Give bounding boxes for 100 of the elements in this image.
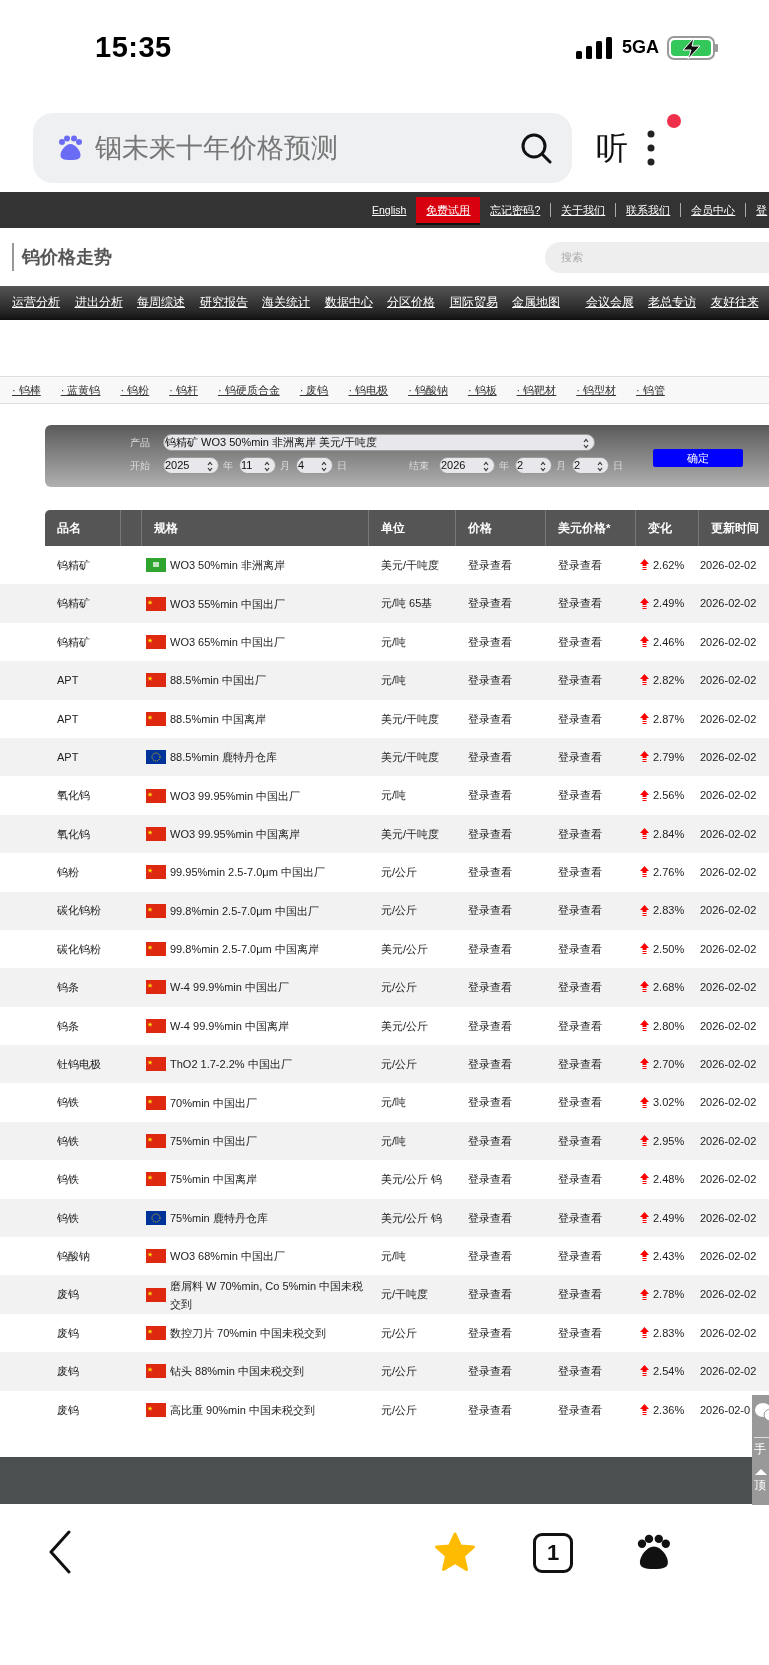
login-link[interactable]: 登录查看 (546, 633, 602, 651)
login-link[interactable]: 登录查看 (456, 1132, 512, 1150)
select-field[interactable]: 2 (515, 457, 552, 474)
login-link[interactable]: 登录查看 (546, 1056, 602, 1073)
login-link[interactable]: 登录查看 (546, 864, 602, 881)
nav-link[interactable]: 老总专访 (648, 294, 696, 312)
nav-link[interactable]: 国际贸易 (449, 294, 498, 312)
login-link[interactable]: 登录查看 (456, 1209, 512, 1227)
login-link[interactable]: 登录查看 (546, 940, 602, 958)
login-link[interactable]: 登录查看 (456, 1094, 512, 1111)
login-link[interactable]: 登录查看 (546, 672, 602, 689)
top-link[interactable]: 忘记密码? (480, 203, 551, 217)
category-link[interactable]: · 蓝黄钨 (60, 381, 101, 399)
login-link[interactable]: 登录查看 (546, 1324, 602, 1342)
login-link[interactable]: 登录查看 (546, 1132, 602, 1150)
login-link[interactable]: 登录查看 (546, 1171, 602, 1188)
login-link[interactable]: 登录查看 (546, 710, 602, 727)
nav-link[interactable]: 数据中心 (324, 294, 373, 312)
up-triangle-icon[interactable] (754, 1468, 768, 1476)
search-field[interactable]: 搜索 (545, 241, 769, 273)
trial-button[interactable]: 免费试用 (416, 197, 481, 223)
login-link[interactable]: 登录查看 (546, 748, 602, 766)
field-label: 产品 (130, 436, 151, 450)
select-field[interactable]: 2025 (163, 457, 219, 474)
category-link[interactable]: · 废钨 (299, 381, 329, 399)
login-link[interactable]: 登录查看 (456, 748, 512, 766)
login-link[interactable]: 登录查看 (546, 825, 602, 843)
login-link[interactable]: 登录查看 (456, 556, 512, 574)
nav-link[interactable]: 进出分析 (74, 294, 123, 312)
login-link[interactable]: 登录查看 (456, 1286, 512, 1303)
login-link[interactable]: 登录查看 (546, 1017, 602, 1035)
login-link[interactable]: 登录查看 (456, 1017, 512, 1035)
login-link[interactable]: 登录查看 (546, 1401, 602, 1419)
nav-link[interactable]: 友好往来 (710, 294, 759, 312)
top-link[interactable]: 关于我们 (550, 203, 616, 217)
login-link[interactable]: 登录查看 (456, 902, 512, 919)
top-link[interactable]: 登 (745, 203, 769, 217)
login-link[interactable]: 登录查看 (456, 1363, 512, 1380)
nav-link[interactable]: 研究报告 (199, 294, 248, 312)
login-link[interactable]: 登录查看 (546, 556, 602, 574)
back-icon[interactable] (47, 1530, 73, 1574)
table-cell-text: 2026-02-02 (699, 673, 757, 689)
category-link[interactable]: · 钨管 (636, 381, 665, 399)
login-link[interactable]: 登录查看 (456, 672, 512, 689)
category-link[interactable]: · 钨板 (467, 381, 497, 399)
login-link[interactable]: 登录查看 (546, 902, 602, 919)
select-field[interactable]: 2026 (439, 457, 495, 474)
login-link[interactable]: 登录查看 (456, 979, 512, 996)
login-link[interactable]: 登录查看 (456, 1171, 512, 1188)
login-link[interactable]: 登录查看 (456, 1056, 512, 1073)
login-link[interactable]: 登录查看 (546, 979, 602, 996)
top-link[interactable]: English (362, 203, 417, 217)
search-field[interactable]: 铟未来十年价格预测 (33, 113, 572, 183)
nav-link[interactable]: 运营分析 (12, 294, 60, 312)
login-link[interactable]: 登录查看 (456, 1324, 512, 1342)
login-link[interactable]: 登录查看 (456, 940, 512, 958)
login-link[interactable]: 登录查看 (546, 1363, 602, 1380)
category-link[interactable]: · 钨电极 (348, 381, 389, 399)
login-link[interactable]: 登录查看 (546, 595, 602, 612)
up-arrow-icon (640, 559, 649, 572)
select-field[interactable]: 2 (572, 457, 609, 474)
login-link[interactable]: 登录查看 (456, 1247, 512, 1265)
login-link[interactable]: 登录查看 (546, 1209, 602, 1227)
tabs-button[interactable]: 1 (533, 1533, 573, 1573)
login-link[interactable]: 登录查看 (546, 1094, 602, 1111)
login-link[interactable]: 登录查看 (456, 595, 512, 612)
login-link[interactable]: 登录查看 (456, 825, 512, 843)
nav-link[interactable]: 会议会展 (585, 294, 634, 312)
paw-icon[interactable] (635, 1534, 673, 1572)
select-field[interactable]: 11 (239, 457, 276, 474)
confirm-button[interactable]: 确定 (653, 449, 743, 467)
login-link[interactable]: 登录查看 (546, 787, 602, 804)
category-link[interactable]: · 钨酸钠 (408, 381, 448, 399)
login-link[interactable]: 登录查看 (456, 1401, 512, 1419)
category-link[interactable]: · 钨棒 (12, 381, 41, 399)
table-cell-text: 2.78% (653, 1287, 685, 1303)
login-link[interactable]: 登录查看 (546, 1247, 602, 1265)
login-link[interactable]: 登录查看 (456, 787, 512, 804)
category-link[interactable]: · 钨粉 (120, 381, 150, 399)
more-icon[interactable] (646, 130, 656, 166)
nav-link[interactable]: 海关统计 (262, 294, 310, 312)
nav-link[interactable]: 分区价格 (387, 294, 435, 312)
nav-link[interactable]: 金属地图 (512, 294, 560, 312)
category-link[interactable]: · 钨型材 (576, 381, 617, 399)
top-link[interactable]: 会员中心 (680, 203, 746, 217)
star-icon[interactable] (434, 1532, 476, 1572)
select-field[interactable]: 4 (296, 457, 333, 474)
nav-link[interactable]: 每周综述 (137, 294, 185, 312)
select-field[interactable]: 钨精矿 WO3 50%min 非洲离岸 美元/干吨度 (163, 434, 595, 451)
login-link[interactable]: 登录查看 (456, 864, 512, 881)
listen-button[interactable]: 听 (596, 124, 628, 172)
login-link[interactable]: 登录查看 (546, 1286, 602, 1303)
top-link[interactable]: 联系我们 (615, 203, 681, 217)
login-link[interactable]: 登录查看 (456, 710, 512, 727)
table-cell-text: 美元/公斤 钨 (380, 1172, 443, 1188)
category-link[interactable]: · 钨靶材 (516, 381, 557, 399)
login-link[interactable]: 登录查看 (456, 633, 512, 651)
search-icon[interactable] (520, 132, 552, 164)
category-link[interactable]: · 钨硬质合金 (217, 381, 280, 399)
category-link[interactable]: · 钨杆 (169, 381, 198, 399)
